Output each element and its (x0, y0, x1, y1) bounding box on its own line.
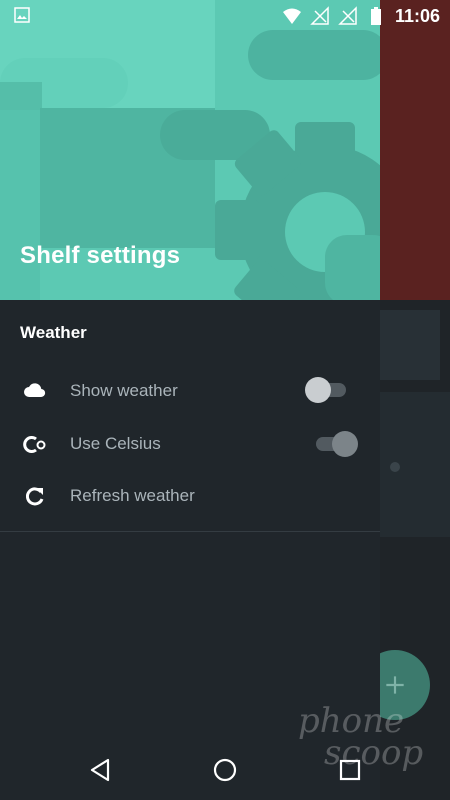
battery-icon (371, 7, 381, 25)
image-icon (14, 7, 30, 23)
no-signal-icon (310, 6, 329, 25)
cloud-icon (22, 378, 48, 404)
drawer-title: Shelf settings (20, 242, 181, 269)
drawer-header: Shelf settings (0, 0, 380, 300)
section-title-weather: Weather (20, 323, 87, 342)
use-celsius-toggle[interactable] (316, 431, 358, 457)
celsius-icon (22, 431, 48, 457)
no-signal-icon (338, 6, 357, 25)
recent-apps-icon[interactable] (336, 756, 364, 784)
divider (0, 531, 380, 532)
status-bar: 11:06 (0, 0, 450, 32)
refresh-icon (22, 483, 48, 509)
background-dot (390, 462, 400, 472)
show-weather-toggle[interactable] (305, 377, 346, 403)
refresh-weather-row[interactable]: Refresh weather (0, 470, 380, 522)
clock: 11:06 (394, 6, 440, 26)
back-icon[interactable] (86, 756, 114, 784)
background-card (380, 310, 440, 380)
wifi-icon (283, 8, 301, 24)
settings-drawer: Shelf settings Weather Show weather Use … (0, 0, 380, 800)
home-icon[interactable] (211, 756, 239, 784)
show-weather-label: Show weather (70, 381, 178, 400)
background-image (380, 0, 450, 300)
plus-icon (386, 676, 404, 694)
use-celsius-label: Use Celsius (70, 434, 161, 453)
navigation-bar (0, 740, 450, 800)
refresh-weather-label: Refresh weather (70, 486, 195, 505)
